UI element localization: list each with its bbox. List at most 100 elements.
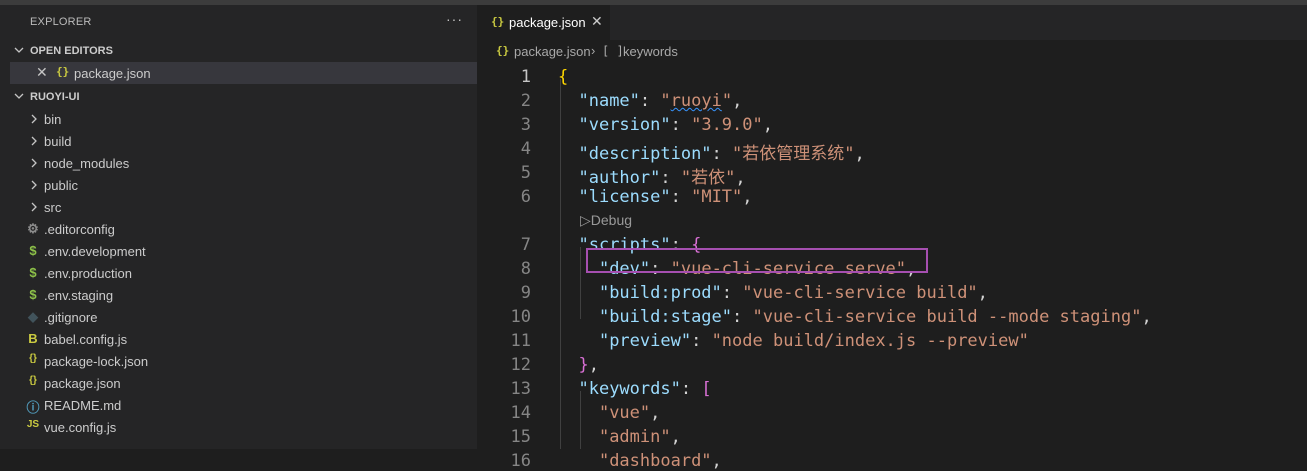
folder-name: public bbox=[44, 178, 78, 193]
code-token: "name" bbox=[578, 91, 640, 111]
breadcrumb-file[interactable]: package.json bbox=[514, 44, 591, 59]
git-icon: ◆ bbox=[28, 309, 38, 324]
code-token: "MIT" bbox=[691, 187, 743, 207]
code-token: { bbox=[558, 67, 569, 87]
code-token: , bbox=[711, 451, 722, 471]
file-name: .env.production bbox=[44, 266, 132, 281]
code-token: , bbox=[1141, 307, 1152, 327]
line-number: 14 bbox=[510, 403, 531, 423]
code-token: , bbox=[732, 91, 743, 111]
highlight-box bbox=[586, 248, 928, 273]
chevron-right-icon bbox=[31, 180, 37, 190]
file-item[interactable]: ⚙ .editorconfig bbox=[0, 218, 477, 240]
open-editor-filename: package.json bbox=[74, 66, 151, 81]
project-section-header[interactable]: RUOYI-UI bbox=[0, 86, 477, 108]
js-icon: JS bbox=[26, 419, 40, 430]
code-line: }, bbox=[558, 355, 599, 375]
debug-codelens[interactable]: ▷Debug bbox=[580, 212, 632, 229]
file-item[interactable]: ◆ .gitignore bbox=[0, 306, 477, 328]
code-line: "author": "若依", bbox=[558, 163, 745, 188]
code-token: : bbox=[711, 144, 733, 164]
code-token: "若依" bbox=[680, 168, 736, 188]
close-icon[interactable]: ✕ bbox=[36, 64, 48, 81]
code-token: "keywords" bbox=[578, 379, 681, 399]
code-token: [ bbox=[701, 379, 712, 399]
folder-item[interactable]: public bbox=[0, 174, 477, 196]
breadcrumb-symbol[interactable]: keywords bbox=[623, 44, 678, 59]
file-item[interactable]: JS vue.config.js bbox=[0, 416, 477, 438]
json-icon: {} bbox=[29, 353, 37, 364]
open-editors-section-header[interactable]: OPEN EDITORS bbox=[0, 40, 477, 62]
more-actions-icon[interactable]: ··· bbox=[446, 11, 463, 27]
explorer-sidebar: EXPLORER ··· OPEN EDITORS ✕ {} package.j… bbox=[0, 5, 477, 449]
chevron-down-icon bbox=[14, 47, 24, 53]
code-line: "build:prod": "vue-cli-service build", bbox=[558, 283, 988, 303]
line-number: 8 bbox=[520, 259, 531, 279]
file-item[interactable]: Bbabel.config.js bbox=[0, 328, 477, 350]
line-number: 13 bbox=[510, 379, 531, 399]
code-line: "preview": "node build/index.js --previe… bbox=[558, 331, 1029, 351]
open-editor-item[interactable]: ✕ {} package.json bbox=[10, 62, 477, 84]
code-token: "build:prod" bbox=[598, 283, 722, 303]
folder-item[interactable]: src bbox=[0, 196, 477, 218]
folder-name: node_modules bbox=[44, 156, 130, 171]
line-number: 9 bbox=[520, 283, 531, 303]
folder-item[interactable]: bin bbox=[0, 108, 477, 130]
file-item[interactable]: $ .env.production bbox=[0, 262, 477, 284]
explorer-header: EXPLORER ··· bbox=[0, 5, 477, 40]
code-token: : bbox=[721, 283, 743, 303]
file-item[interactable]: $ .env.staging bbox=[0, 284, 477, 306]
tab-bar: {} package.json ✕ bbox=[477, 5, 1307, 40]
file-name: package-lock.json bbox=[44, 354, 149, 369]
line-number: 16 bbox=[510, 451, 531, 471]
tab-package-json[interactable]: {} package.json ✕ bbox=[477, 5, 610, 40]
code-token: , bbox=[742, 187, 753, 207]
chevron-right-icon bbox=[31, 114, 37, 124]
file-item[interactable]: ⓘ README.md bbox=[0, 394, 477, 416]
folder-item[interactable]: build bbox=[0, 130, 477, 152]
chevron-right-icon bbox=[31, 136, 37, 146]
project-label: RUOYI-UI bbox=[30, 91, 80, 103]
open-editors-label: OPEN EDITORS bbox=[30, 45, 113, 57]
code-token: "vue-cli-service build" bbox=[742, 283, 978, 303]
file-name: .env.staging bbox=[44, 288, 114, 303]
code-token: , bbox=[762, 115, 773, 135]
json-icon: {} bbox=[29, 375, 37, 386]
code-token: "admin" bbox=[598, 427, 671, 447]
close-icon[interactable]: ✕ bbox=[591, 13, 603, 30]
file-item[interactable]: $ .env.development bbox=[0, 240, 477, 262]
breadcrumb: {} package.json › [ ] keywords bbox=[477, 40, 1307, 62]
tab-title: package.json bbox=[509, 15, 586, 30]
chevron-right-icon: › bbox=[591, 43, 596, 58]
json-icon: {} bbox=[496, 44, 510, 57]
file-name: .editorconfig bbox=[44, 222, 115, 237]
code-line: "license": "MIT", bbox=[558, 187, 753, 207]
code-token: : bbox=[670, 187, 692, 207]
file-item[interactable]: {} package-lock.json bbox=[0, 350, 477, 372]
code-line: "keywords": [ bbox=[558, 379, 712, 399]
folder-item[interactable]: node_modules bbox=[0, 152, 477, 174]
file-item[interactable]: {} package.json bbox=[0, 372, 477, 394]
code-token: "build:stage" bbox=[598, 307, 733, 327]
code-token: "node build/index.js --preview" bbox=[711, 331, 1029, 351]
dollar-icon: $ bbox=[29, 265, 37, 280]
line-number: 3 bbox=[520, 115, 531, 135]
file-name: .env.development bbox=[44, 244, 146, 259]
chevron-down-icon bbox=[14, 93, 24, 99]
code-line: "description": "若依管理系统", bbox=[558, 139, 864, 164]
code-line: "version": "3.9.0", bbox=[558, 115, 773, 135]
json-icon: {} bbox=[491, 15, 505, 28]
code-token: : bbox=[660, 168, 681, 188]
code-token: : bbox=[680, 379, 702, 399]
code-token: } bbox=[578, 355, 589, 375]
file-name: babel.config.js bbox=[44, 332, 128, 347]
chevron-right-icon bbox=[31, 158, 37, 168]
code-token: , bbox=[588, 355, 599, 375]
